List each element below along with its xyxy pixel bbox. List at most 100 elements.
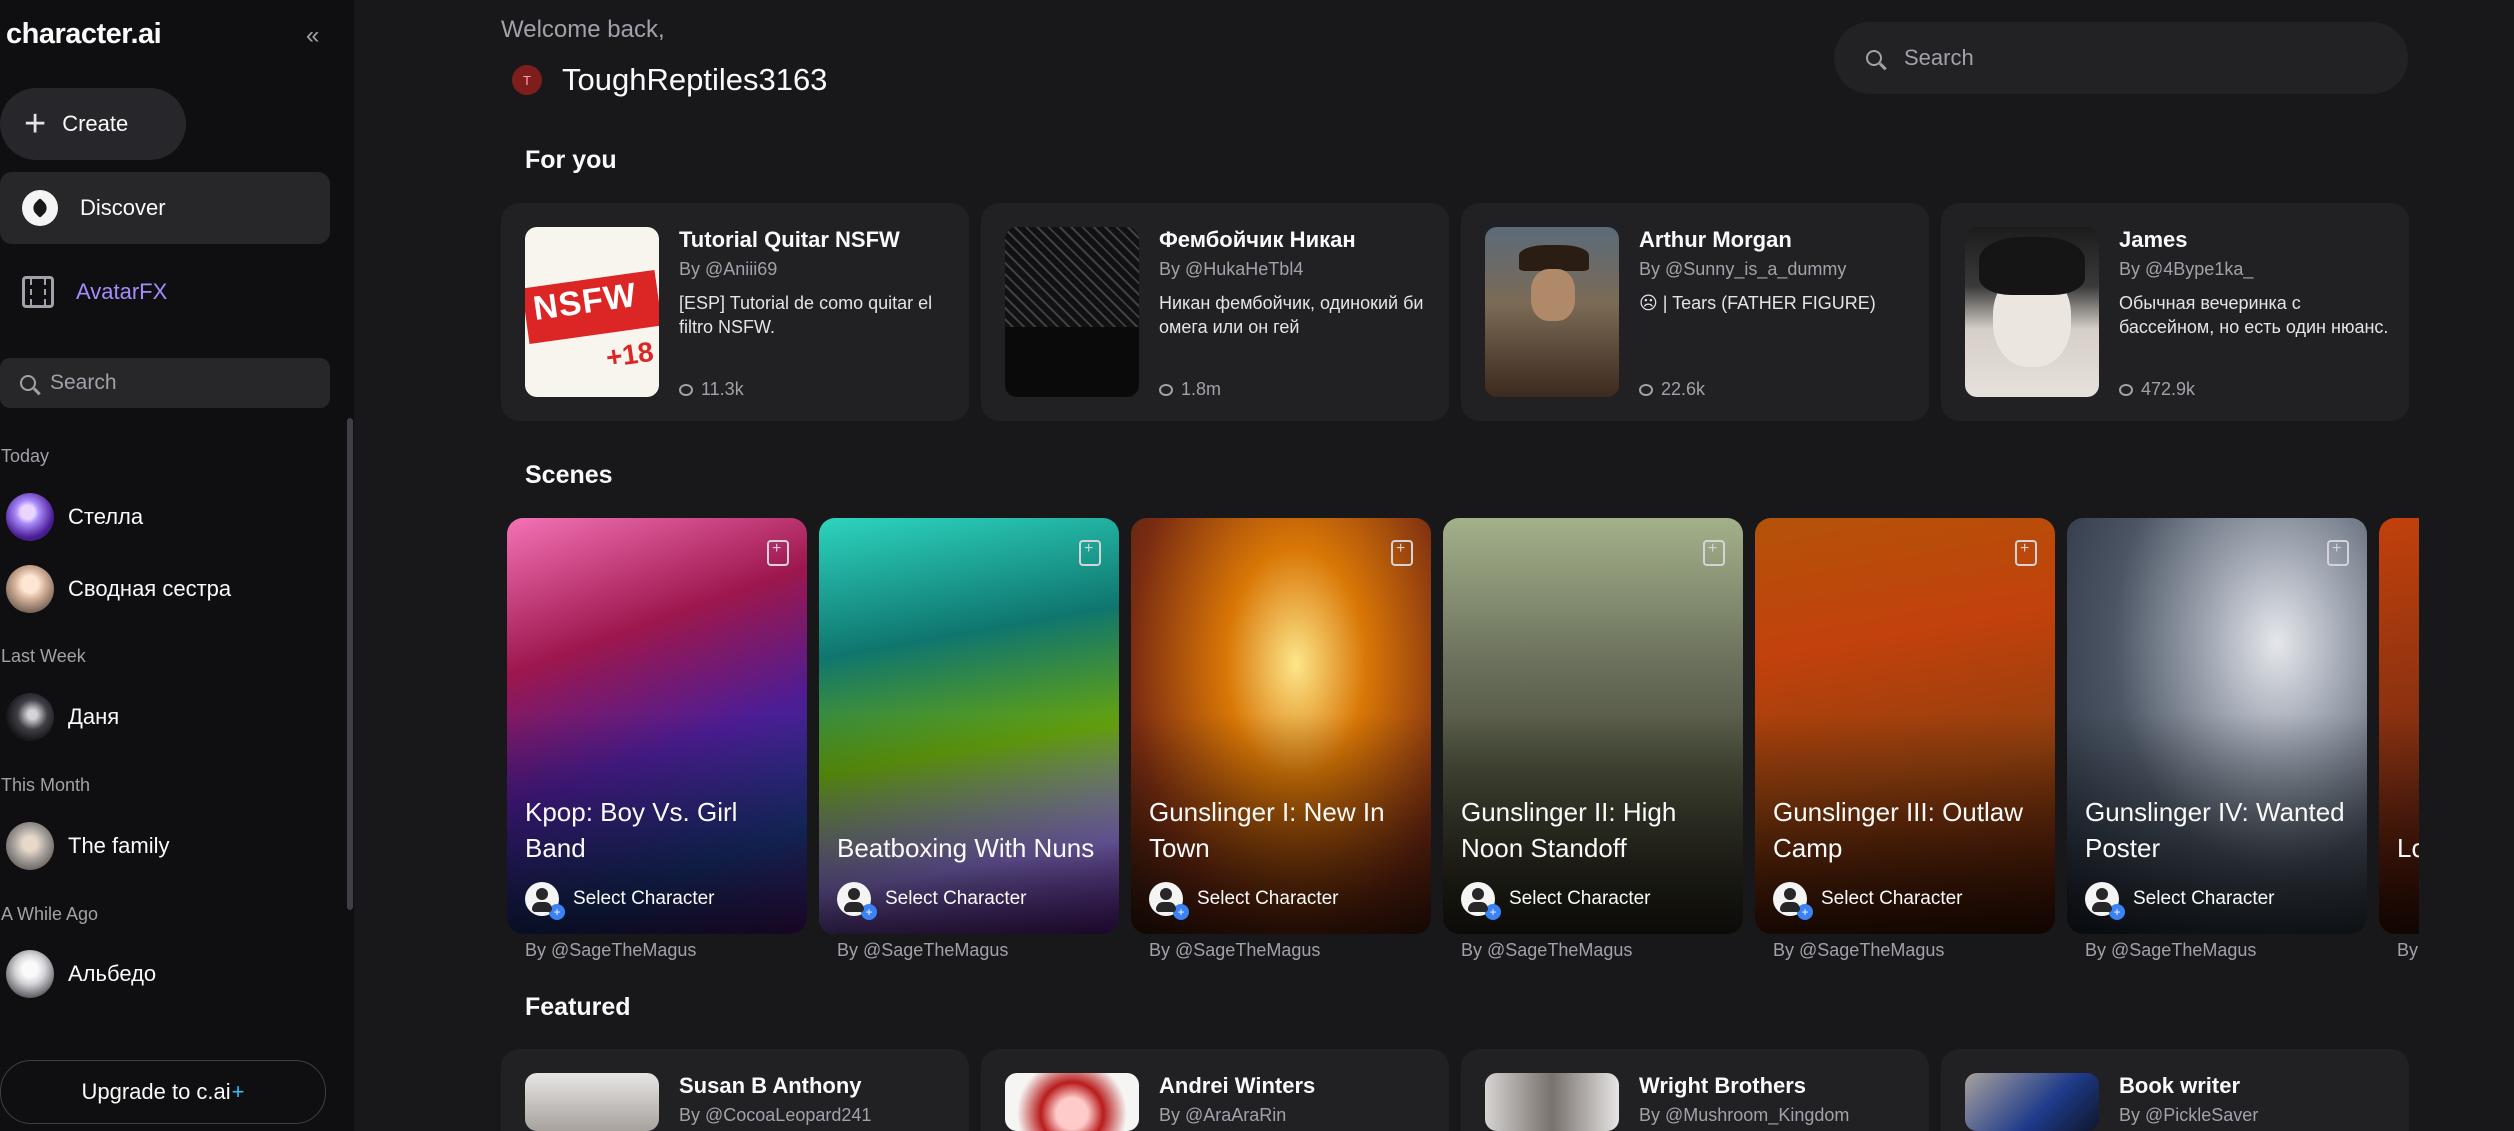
chat-item-label: The family xyxy=(68,833,170,858)
character-card[interactable]: Susan B Anthony By @CocoaLeopard241 xyxy=(501,1049,969,1131)
scene-title: Lo Aw xyxy=(2397,833,2419,863)
section-title-scenes: Scenes xyxy=(525,461,613,489)
scene-title: Beatboxing With Nuns xyxy=(837,833,1095,863)
character-card[interactable]: NSFW +18 Tutorial Quitar NSFW By @Aniii6… xyxy=(501,203,969,421)
nav-discover[interactable]: Discover xyxy=(0,172,330,244)
create-label: Create xyxy=(62,111,129,136)
app-logo[interactable]: character.ai xyxy=(6,18,162,51)
chat-item[interactable]: Стелла xyxy=(6,493,143,541)
plus-badge: + xyxy=(1797,904,1813,920)
film-icon xyxy=(22,276,54,308)
scene-card-partial[interactable]: Lo Aw xyxy=(2379,518,2419,934)
character-name: Фембойчик Никан xyxy=(1159,227,1356,252)
select-character-label: Select Character xyxy=(573,888,715,909)
nav-avatarfx[interactable]: AvatarFX xyxy=(0,256,330,328)
avatar xyxy=(6,493,54,541)
character-author: By @PickleSaver xyxy=(2119,1105,2259,1125)
character-author: By @Aniii69 xyxy=(679,259,778,279)
avatar xyxy=(6,822,54,870)
group-label-today: Today xyxy=(1,446,50,466)
user-add-icon: + xyxy=(2085,882,2125,920)
user-add-icon: + xyxy=(525,882,565,920)
hair-shape xyxy=(1979,237,2085,295)
character-author: By @CocoaLeopard241 xyxy=(679,1105,872,1125)
collapse-sidebar-icon[interactable]: « xyxy=(306,22,319,50)
group-label-a-while-ago: A While Ago xyxy=(1,904,99,924)
chat-bubble-icon xyxy=(679,383,693,396)
select-character-button[interactable]: + Select Character xyxy=(525,882,715,920)
section-title-featured: Featured xyxy=(525,993,631,1021)
chat-bubble-icon xyxy=(2119,383,2133,396)
chat-bubble-icon xyxy=(1639,383,1653,396)
plus-badge: + xyxy=(1173,904,1189,920)
chat-count-value: 22.6k xyxy=(1661,379,1706,399)
sidebar: character.ai « + Create Discover AvatarF… xyxy=(0,0,354,1131)
username: ToughReptiles3163 xyxy=(562,62,828,97)
bookmark-add-icon[interactable] xyxy=(2327,540,2349,566)
scene-author[interactable]: By @SageTheMagus xyxy=(2085,940,2256,961)
compass-icon xyxy=(22,190,58,226)
plus-badge: + xyxy=(549,904,565,920)
chat-item[interactable]: The family xyxy=(6,822,169,870)
face-shape xyxy=(1531,269,1575,321)
character-thumbnail xyxy=(1005,227,1139,397)
scene-author[interactable]: By @SageTheMagus xyxy=(525,940,696,961)
scene-card[interactable]: Kpop: Boy Vs. Girl Band + Select Characte… xyxy=(507,518,807,934)
scene-title: Gunslinger III: Outlaw Camp xyxy=(1773,797,2023,863)
character-author: By @HukaHeTbl4 xyxy=(1159,259,1304,279)
character-card[interactable]: James By @4Bype1ka_ Обычная вечеринка с … xyxy=(1941,203,2409,421)
character-card[interactable]: Book writer By @PickleSaver xyxy=(1941,1049,2409,1131)
sidebar-scrollbar[interactable] xyxy=(347,418,353,910)
bookmark-add-icon[interactable] xyxy=(2015,540,2037,566)
bookmark-add-icon[interactable] xyxy=(1391,540,1413,566)
sidebar-search-input[interactable]: Search xyxy=(0,358,330,408)
user-add-icon: + xyxy=(1461,882,1501,920)
scene-author[interactable]: By xyxy=(2397,940,2418,961)
search-placeholder: Search xyxy=(1904,45,1974,70)
character-thumbnail xyxy=(1965,1073,2099,1131)
chat-item[interactable]: Даня xyxy=(6,693,119,741)
scene-card[interactable]: Beatboxing With Nuns + Select Character xyxy=(819,518,1119,934)
select-character-button[interactable]: + Select Character xyxy=(1461,882,1651,920)
character-thumbnail xyxy=(525,1073,659,1131)
scene-card[interactable]: Gunslinger IV: Wanted Poster + Select Cha… xyxy=(2067,518,2367,934)
user-add-icon: + xyxy=(837,882,877,920)
character-name: Tutorial Quitar NSFW xyxy=(679,227,900,252)
scene-author[interactable]: By @SageTheMagus xyxy=(837,940,1008,961)
scene-author[interactable]: By @SageTheMagus xyxy=(1773,940,1944,961)
character-description: ☹ | Tears (FATHER FIGURE) xyxy=(1639,293,1876,313)
thumb-shade xyxy=(1005,327,1139,397)
character-card[interactable]: Wright Brothers By @Mushroom_Kingdom xyxy=(1461,1049,1929,1131)
bookmark-add-icon[interactable] xyxy=(1079,540,1101,566)
chat-item-label: Даня xyxy=(68,704,120,729)
create-button[interactable]: + Create xyxy=(0,88,186,160)
search-icon xyxy=(1866,50,1882,66)
scene-author[interactable]: By @SageTheMagus xyxy=(1461,940,1632,961)
scene-title: Kpop: Boy Vs. Girl Band xyxy=(525,797,738,863)
bookmark-add-icon[interactable] xyxy=(1703,540,1725,566)
select-character-button[interactable]: + Select Character xyxy=(1149,882,1339,920)
bookmark-add-icon[interactable] xyxy=(767,540,789,566)
chat-count: 22.6k xyxy=(1639,379,1705,400)
search-input[interactable]: Search xyxy=(1834,22,2408,94)
select-character-button[interactable]: + Select Character xyxy=(2085,882,2275,920)
avatar[interactable]: T xyxy=(512,65,542,95)
character-card[interactable]: Фембойчик Никан By @HukaHeTbl4 Никан фем… xyxy=(981,203,1449,421)
select-character-button[interactable]: + Select Character xyxy=(837,882,1027,920)
chat-item-label: Стелла xyxy=(68,504,144,529)
character-card[interactable]: Arthur Morgan By @Sunny_is_a_dummy ☹ | T… xyxy=(1461,203,1929,421)
scene-author[interactable]: By @SageTheMagus xyxy=(1149,940,1320,961)
character-thumbnail xyxy=(1965,227,2099,397)
chat-item[interactable]: Сводная сестра xyxy=(6,565,231,613)
upgrade-button[interactable]: Upgrade to c.ai + xyxy=(0,1060,326,1124)
scene-card[interactable]: Gunslinger III: Outlaw Camp + Select Char… xyxy=(1755,518,2055,934)
scene-shade xyxy=(2379,714,2419,934)
scene-card[interactable]: Gunslinger I: New In Town + Select Charac… xyxy=(1131,518,1431,934)
scene-card[interactable]: Gunslinger II: High Noon Standoff + Selec… xyxy=(1443,518,1743,934)
plus-badge: + xyxy=(2109,904,2125,920)
character-card[interactable]: Andrei Winters By @AraAraRin xyxy=(981,1049,1449,1131)
sidebar-search-placeholder: Search xyxy=(50,371,117,394)
character-author: By @4Bype1ka_ xyxy=(2119,259,2254,279)
chat-item[interactable]: Альбедо xyxy=(6,950,156,998)
select-character-button[interactable]: + Select Character xyxy=(1773,882,1963,920)
